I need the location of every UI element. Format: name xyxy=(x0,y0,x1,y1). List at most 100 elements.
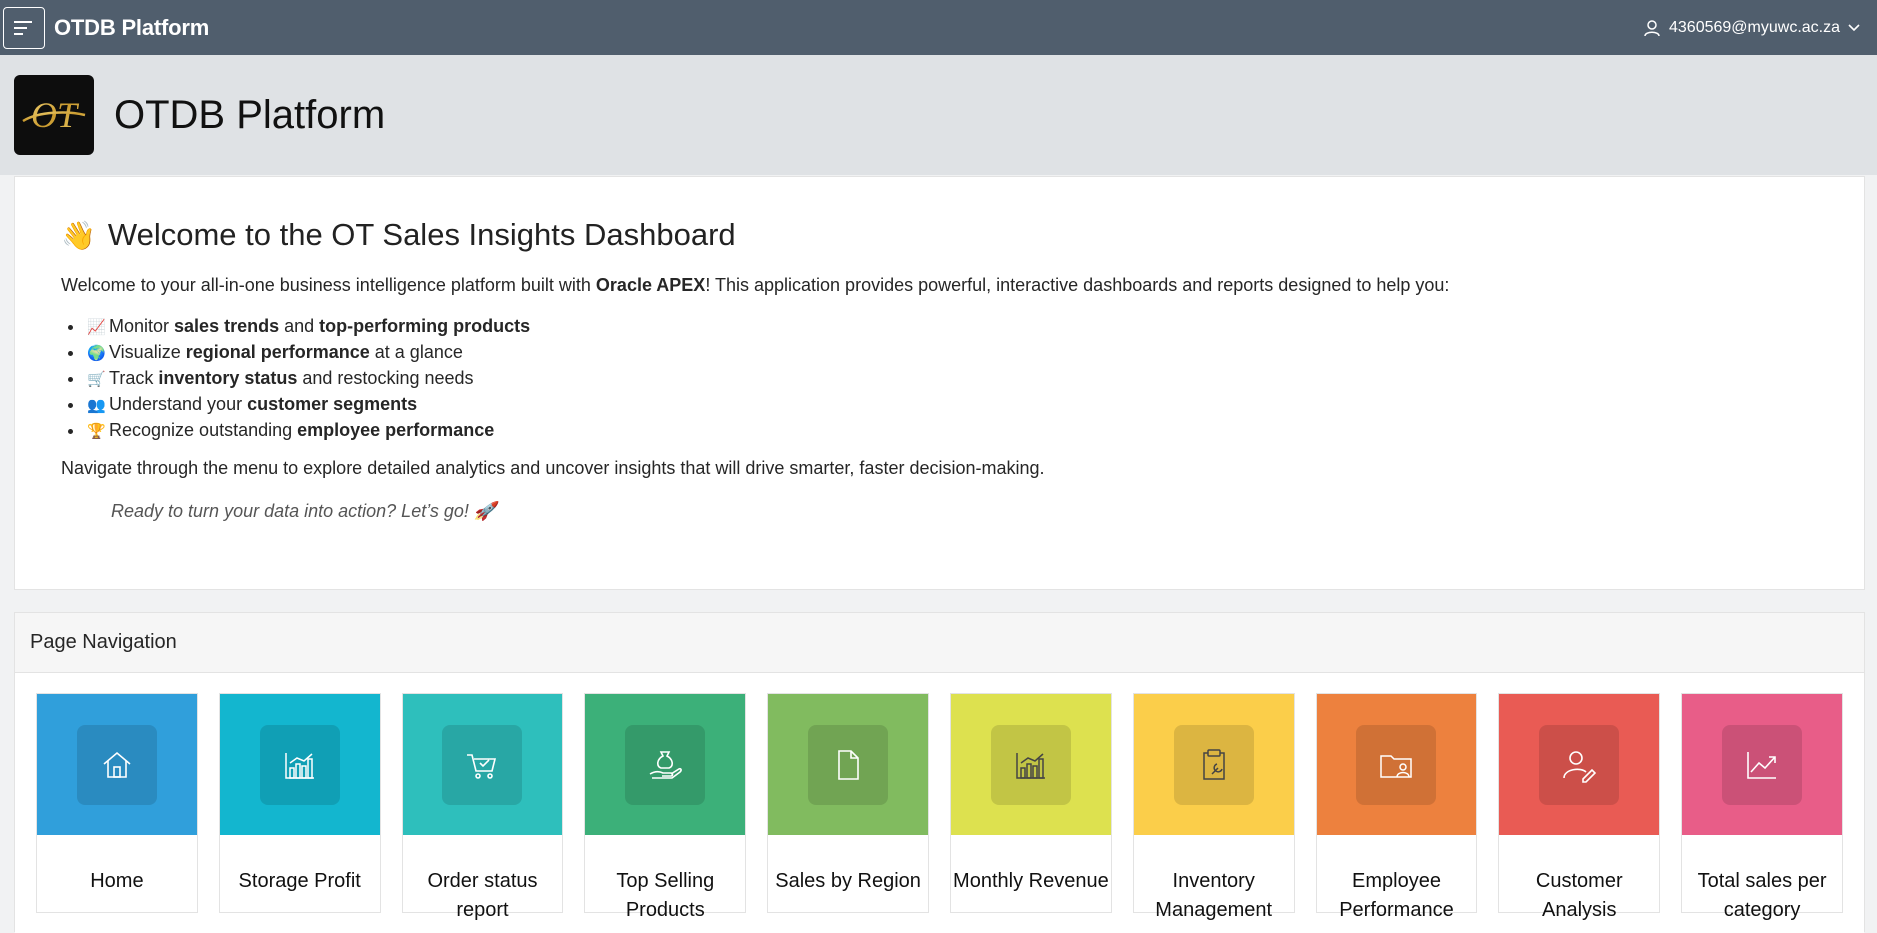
tile-label: Monthly Revenue xyxy=(953,870,1109,892)
people-icon: 👥 xyxy=(87,397,106,414)
nav-tile-inventory-management[interactable]: Inventory Management xyxy=(1132,693,1295,921)
chart-increasing-icon: 📈 xyxy=(87,319,106,336)
tile-label: Top Selling Products xyxy=(616,870,715,921)
clipboard-wrench-icon xyxy=(1202,748,1225,780)
page-navigation-region: Page Navigation Home Storage Profit Orde… xyxy=(14,612,1865,933)
tile-color-band xyxy=(219,694,380,835)
hamburger-icon xyxy=(14,20,32,35)
document-icon xyxy=(838,749,859,780)
tile-color-band xyxy=(402,694,563,835)
bar-chart-icon xyxy=(1016,752,1045,779)
tile-color-band xyxy=(585,694,746,835)
tile-icon-box xyxy=(1356,724,1437,805)
chevron-down-icon xyxy=(1848,23,1860,31)
call-to-action: Ready to turn your data into action? Let… xyxy=(111,501,1818,522)
nav-tile-employee-performance[interactable]: Employee Performance xyxy=(1315,693,1478,921)
home-icon xyxy=(103,751,131,778)
page-title-bar: OT OTDB Platform xyxy=(0,55,1877,175)
list-item: 📈Monitor sales trends and top-performing… xyxy=(85,314,1818,340)
navigate-paragraph: Navigate through the menu to explore det… xyxy=(61,458,1045,478)
folder-user-icon xyxy=(1380,754,1413,778)
nav-tile-customer-analysis[interactable]: Customer Analysis xyxy=(1498,693,1661,921)
tile-label: Inventory Management xyxy=(1155,870,1273,921)
bullet-text: Monitor xyxy=(109,316,175,336)
list-item: 👥Understand your customer segments xyxy=(85,392,1818,418)
tile-icon-box xyxy=(1722,724,1803,805)
cta-text: Ready to turn your data into action? Let… xyxy=(111,501,469,521)
intro-paragraph: Welcome to your all-in-one business inte… xyxy=(61,275,1818,296)
app-name-link[interactable]: OTDB Platform xyxy=(54,15,209,41)
user-menu[interactable]: 4360569@myuwc.ac.za xyxy=(1643,19,1860,37)
nav-tile-total-sales-per-category[interactable]: Total sales per category xyxy=(1681,693,1843,921)
tile-icon-box xyxy=(625,724,706,805)
tile-label: Employee Performance xyxy=(1339,870,1454,921)
list-item: 🌍Visualize regional performance at a gla… xyxy=(85,340,1818,366)
nav-tile-order-status-report[interactable]: Order status report xyxy=(401,693,564,921)
list-item: 🛒Track inventory status and restocking n… xyxy=(85,366,1818,392)
rocket-icon: 🚀 xyxy=(473,501,497,521)
user-icon xyxy=(1644,19,1660,36)
line-chart-icon xyxy=(1747,751,1777,779)
top-header: OTDB Platform 4360569@myuwc.ac.za xyxy=(0,0,1877,55)
tile-icon-box xyxy=(1539,724,1620,805)
bullet-bold: regional performance xyxy=(185,342,370,362)
tile-color-band xyxy=(950,694,1111,835)
tile-color-band xyxy=(1133,694,1294,835)
intro-bold: Oracle APEX xyxy=(595,275,706,295)
waving-hand-icon: 👋 xyxy=(61,219,96,251)
shopping-cart-icon: 🛒 xyxy=(87,371,106,388)
nav-tile-storage-profit[interactable]: Storage Profit xyxy=(218,693,381,913)
tile-label: Storage Profit xyxy=(238,870,361,892)
ot-logo-icon: OT xyxy=(22,95,86,135)
user-email: 4360569@myuwc.ac.za xyxy=(1669,18,1840,36)
bullet-text: and restocking needs xyxy=(297,368,474,388)
navigation-tiles: Home Storage Profit Order status report … xyxy=(15,673,1864,933)
bullet-text: Recognize outstanding xyxy=(109,420,298,440)
region-title: Page Navigation xyxy=(15,613,1864,673)
tile-color-band xyxy=(1316,694,1477,835)
tile-icon-box xyxy=(442,724,523,805)
page-title: OTDB Platform xyxy=(114,92,386,137)
bullet-bold: employee performance xyxy=(297,420,495,440)
tile-color-band xyxy=(1499,694,1660,835)
feature-list: 📈Monitor sales trends and top-performing… xyxy=(85,314,1818,444)
tile-icon-box xyxy=(990,724,1071,805)
nav-tile-monthly-revenue[interactable]: Monthly Revenue xyxy=(949,693,1112,913)
bullet-text: Track xyxy=(109,368,159,388)
tile-color-band xyxy=(1682,694,1842,835)
tile-icon-box xyxy=(808,724,889,805)
trophy-icon: 🏆 xyxy=(87,423,106,440)
intro-text-1: Welcome to your all-in-one business inte… xyxy=(61,275,596,295)
nav-tile-home[interactable]: Home xyxy=(36,693,198,913)
user-edit-icon xyxy=(1563,750,1597,783)
tile-color-band xyxy=(37,694,197,835)
intro-text-2: ! This application provides powerful, in… xyxy=(705,275,1450,295)
welcome-heading: 👋 Welcome to the OT Sales Insights Dashb… xyxy=(61,217,1818,253)
menu-toggle-button[interactable] xyxy=(3,6,45,49)
list-item: 🏆Recognize outstanding employee performa… xyxy=(85,418,1818,444)
tile-icon-box xyxy=(1173,724,1254,805)
bar-chart-icon xyxy=(284,752,314,779)
welcome-heading-text: Welcome to the OT Sales Insights Dashboa… xyxy=(107,217,736,252)
tile-icon-box xyxy=(76,724,157,805)
tile-color-band xyxy=(768,694,928,835)
tile-label: Order status report xyxy=(427,870,538,921)
tile-label: Home xyxy=(90,870,144,892)
bullet-bold: customer segments xyxy=(247,394,418,414)
tile-icon-box xyxy=(259,724,340,805)
bullet-text: and xyxy=(279,316,320,336)
cart-icon xyxy=(467,753,497,779)
bullet-text: Visualize xyxy=(109,342,186,362)
tile-label: Customer Analysis xyxy=(1535,870,1623,921)
nav-tile-sales-by-region[interactable]: Sales by Region xyxy=(767,693,929,913)
tile-label: Sales by Region xyxy=(775,870,921,892)
bullet-text: at a glance xyxy=(369,342,463,362)
tile-label: Total sales per category xyxy=(1697,870,1827,921)
app-logo: OT xyxy=(14,75,94,155)
globe-icon: 🌍 xyxy=(87,345,106,362)
money-hand-icon xyxy=(649,750,683,779)
welcome-region: 👋 Welcome to the OT Sales Insights Dashb… xyxy=(14,176,1865,590)
nav-tile-top-selling-products[interactable]: Top Selling Products xyxy=(584,693,747,921)
bullet-bold: sales trends xyxy=(174,316,280,336)
bullet-bold: top-performing products xyxy=(319,316,531,336)
